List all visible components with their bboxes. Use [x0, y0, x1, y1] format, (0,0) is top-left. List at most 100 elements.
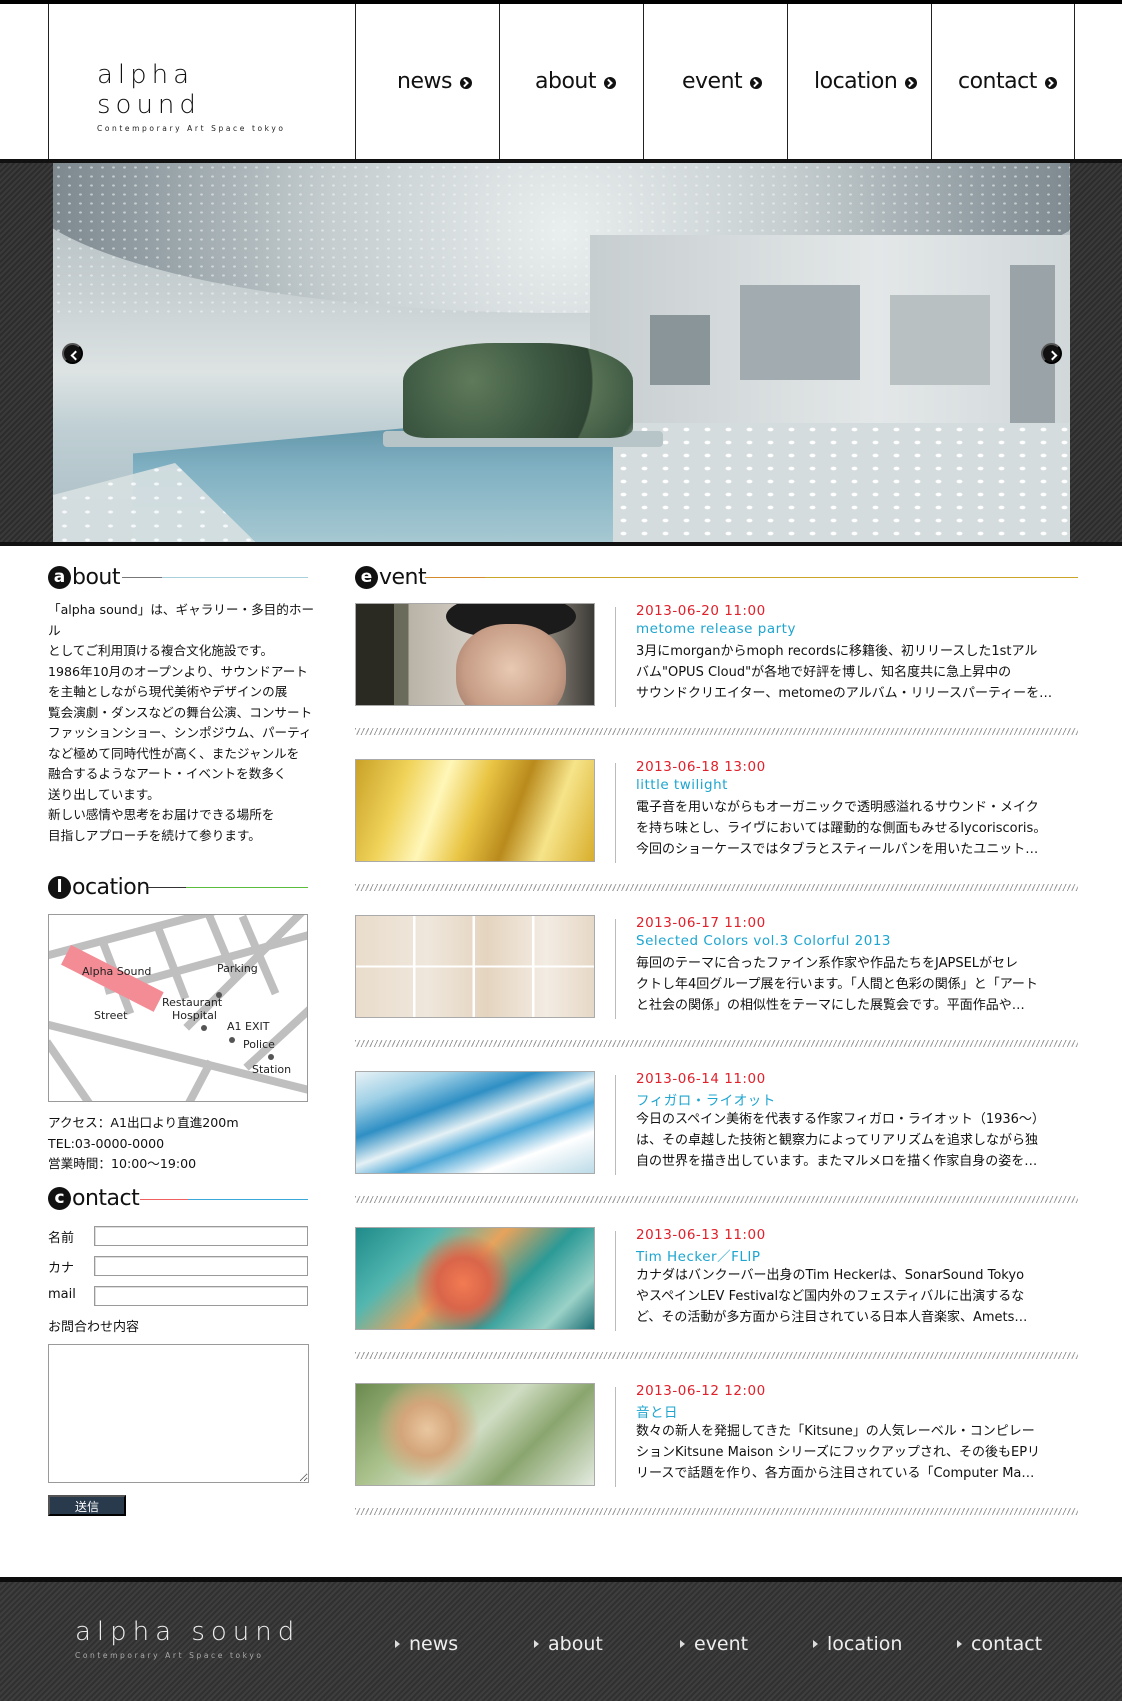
location-map[interactable]: Alpha Sound Parking Restaurant Hospital … [48, 914, 308, 1102]
event-date: 2013-06-13 11:00 [636, 1227, 766, 1243]
event-title[interactable]: 音と日 [636, 1401, 678, 1421]
footer-nav-location-label: location [827, 1633, 903, 1655]
site-logo[interactable]: alpha sound Contemporary Art Space tokyo [97, 60, 307, 133]
contact-heading-text: ontact [72, 1185, 140, 1211]
event-separator [355, 884, 1078, 891]
logo-tagline: Contemporary Art Space tokyo [97, 124, 286, 133]
event-separator [355, 1196, 1078, 1203]
footer-logo[interactable]: alpha sound Contemporary Art Space tokyo [75, 1617, 300, 1660]
event-date: 2013-06-14 11:00 [636, 1071, 766, 1087]
event-item[interactable]: 2013-06-20 11:00 metome release party 3月… [355, 603, 1095, 713]
nav-news[interactable]: news [397, 66, 472, 96]
map-label-station: Station [252, 1063, 291, 1076]
footer-nav-event-label: event [694, 1633, 749, 1655]
mail-field[interactable] [94, 1286, 308, 1306]
about-heading-letter: a [48, 565, 71, 589]
map-label-street: Street [94, 1009, 128, 1022]
footer-nav-contact[interactable]: contact [957, 1633, 1042, 1655]
event-title[interactable]: フィガロ・ライオット [636, 1089, 776, 1109]
map-label-restaurant: Restaurant [162, 996, 223, 1009]
footer-nav-news[interactable]: news [395, 1633, 458, 1655]
map-label-hospital: Hospital [172, 1009, 217, 1022]
event-item[interactable]: 2013-06-18 13:00 little twilight 電子音を用いな… [355, 759, 1095, 869]
header-divider [499, 4, 500, 159]
event-item[interactable]: 2013-06-12 12:00 音と日 数々の新人を発掘してきた「Kitsun… [355, 1383, 1095, 1493]
event-description: 電子音を用いながらもオーガニックで透明感溢れるサウンド・メイク を持ち味とし、ラ… [636, 800, 1047, 857]
event-description: 数々の新人を発掘してきた「Kitsune」の人気レーベル・コンピレー ションKi… [636, 1424, 1041, 1481]
event-thumbnail[interactable] [355, 1227, 595, 1330]
chevron-right-icon[interactable] [1041, 343, 1062, 364]
map-label-parking: Parking [217, 962, 258, 975]
nav-about[interactable]: about [535, 66, 616, 96]
event-title[interactable]: metome release party [636, 621, 796, 637]
event-item[interactable]: 2013-06-13 11:00 Tim Hecker／FLIP カナダはバンク… [355, 1227, 1095, 1337]
event-heading-letter: e [355, 565, 378, 589]
event-thumbnail[interactable] [355, 915, 595, 1018]
triangle-right-icon [680, 1640, 685, 1648]
event-description: 3月にmorganからmoph recordsに移籍後、初リリースした1stアル… [636, 644, 1053, 701]
header-divider [355, 4, 356, 159]
header-divider [1074, 4, 1075, 159]
nav-event-label: event [682, 68, 743, 94]
site-header: alpha sound Contemporary Art Space tokyo… [0, 4, 1122, 159]
inquiry-textarea[interactable] [48, 1344, 309, 1483]
event-thumbnail[interactable] [355, 603, 595, 706]
event-date: 2013-06-20 11:00 [636, 603, 766, 619]
nav-about-label: about [535, 68, 596, 94]
header-divider [643, 4, 644, 159]
header-divider [787, 4, 788, 159]
event-item[interactable]: 2013-06-14 11:00 フィガロ・ライオット 今日のスペイン美術を代表… [355, 1071, 1095, 1181]
circle-arrow-icon [603, 77, 616, 89]
contact-heading-letter: c [48, 1186, 71, 1210]
event-thumbnail[interactable] [355, 759, 595, 862]
kana-field[interactable] [94, 1256, 308, 1276]
event-separator [355, 728, 1078, 735]
event-thumbnail[interactable] [355, 1383, 595, 1486]
nav-location-label: location [814, 68, 898, 94]
event-title[interactable]: little twilight [636, 777, 728, 793]
map-label-police: Police [243, 1038, 275, 1051]
submit-button[interactable]: 送信 [48, 1495, 126, 1516]
contact-heading: c ontact [48, 1185, 140, 1211]
header-divider [48, 4, 49, 159]
event-description: 今日のスペイン美術を代表する作家フィガロ・ライオット（1936〜） は、その卓越… [636, 1112, 1045, 1169]
mail-label: mail [48, 1287, 76, 1302]
nav-event[interactable]: event [682, 66, 763, 96]
hours-text: 営業時間：10:00〜19:00 [48, 1156, 197, 1171]
event-separator [355, 1040, 1078, 1047]
event-separator [355, 1508, 1078, 1515]
about-heading: a bout [48, 564, 121, 590]
triangle-right-icon [534, 1640, 539, 1648]
event-thumbnail[interactable] [355, 1071, 595, 1174]
event-date: 2013-06-18 13:00 [636, 759, 766, 775]
logo-name: alpha sound [97, 60, 201, 120]
map-label-alpha-sound: Alpha Sound [82, 965, 151, 978]
triangle-right-icon [395, 1640, 400, 1648]
event-title[interactable]: Tim Hecker／FLIP [636, 1245, 761, 1265]
location-info: アクセス：A1出口より直進200m TEL:03-0000-0000 営業時間：… [48, 1113, 239, 1175]
name-label: 名前 [48, 1231, 75, 1246]
hero-carousel-image [53, 163, 1070, 542]
map-label-a1-exit: A1 EXIT [227, 1020, 270, 1033]
nav-news-label: news [397, 68, 452, 94]
footer-nav-about[interactable]: about [534, 1633, 603, 1655]
footer-nav-location[interactable]: location [813, 1633, 902, 1655]
location-heading: l ocation [48, 874, 150, 900]
tel-text: TEL:03-0000-0000 [48, 1135, 165, 1151]
kana-label: カナ [48, 1261, 75, 1276]
about-heading-text: bout [72, 564, 121, 590]
nav-location[interactable]: location [814, 66, 918, 96]
header-divider [931, 4, 932, 159]
about-text: 「alpha sound」は、ギャラリー・多目的ホール としてご利用頂ける複合文… [48, 602, 315, 843]
footer-nav-event[interactable]: event [680, 1633, 748, 1655]
event-date: 2013-06-17 11:00 [636, 915, 766, 931]
name-field[interactable] [94, 1226, 308, 1246]
circle-arrow-icon [750, 77, 763, 89]
circle-arrow-icon [1044, 77, 1057, 89]
event-title[interactable]: Selected Colors vol.3 Colorful 2013 [636, 933, 891, 949]
nav-contact[interactable]: contact [958, 66, 1057, 96]
location-heading-text: ocation [72, 874, 150, 900]
inquiry-label: お問合わせ内容 [48, 1320, 140, 1335]
event-item[interactable]: 2013-06-17 11:00 Selected Colors vol.3 C… [355, 915, 1095, 1025]
chevron-left-icon[interactable] [62, 343, 83, 364]
